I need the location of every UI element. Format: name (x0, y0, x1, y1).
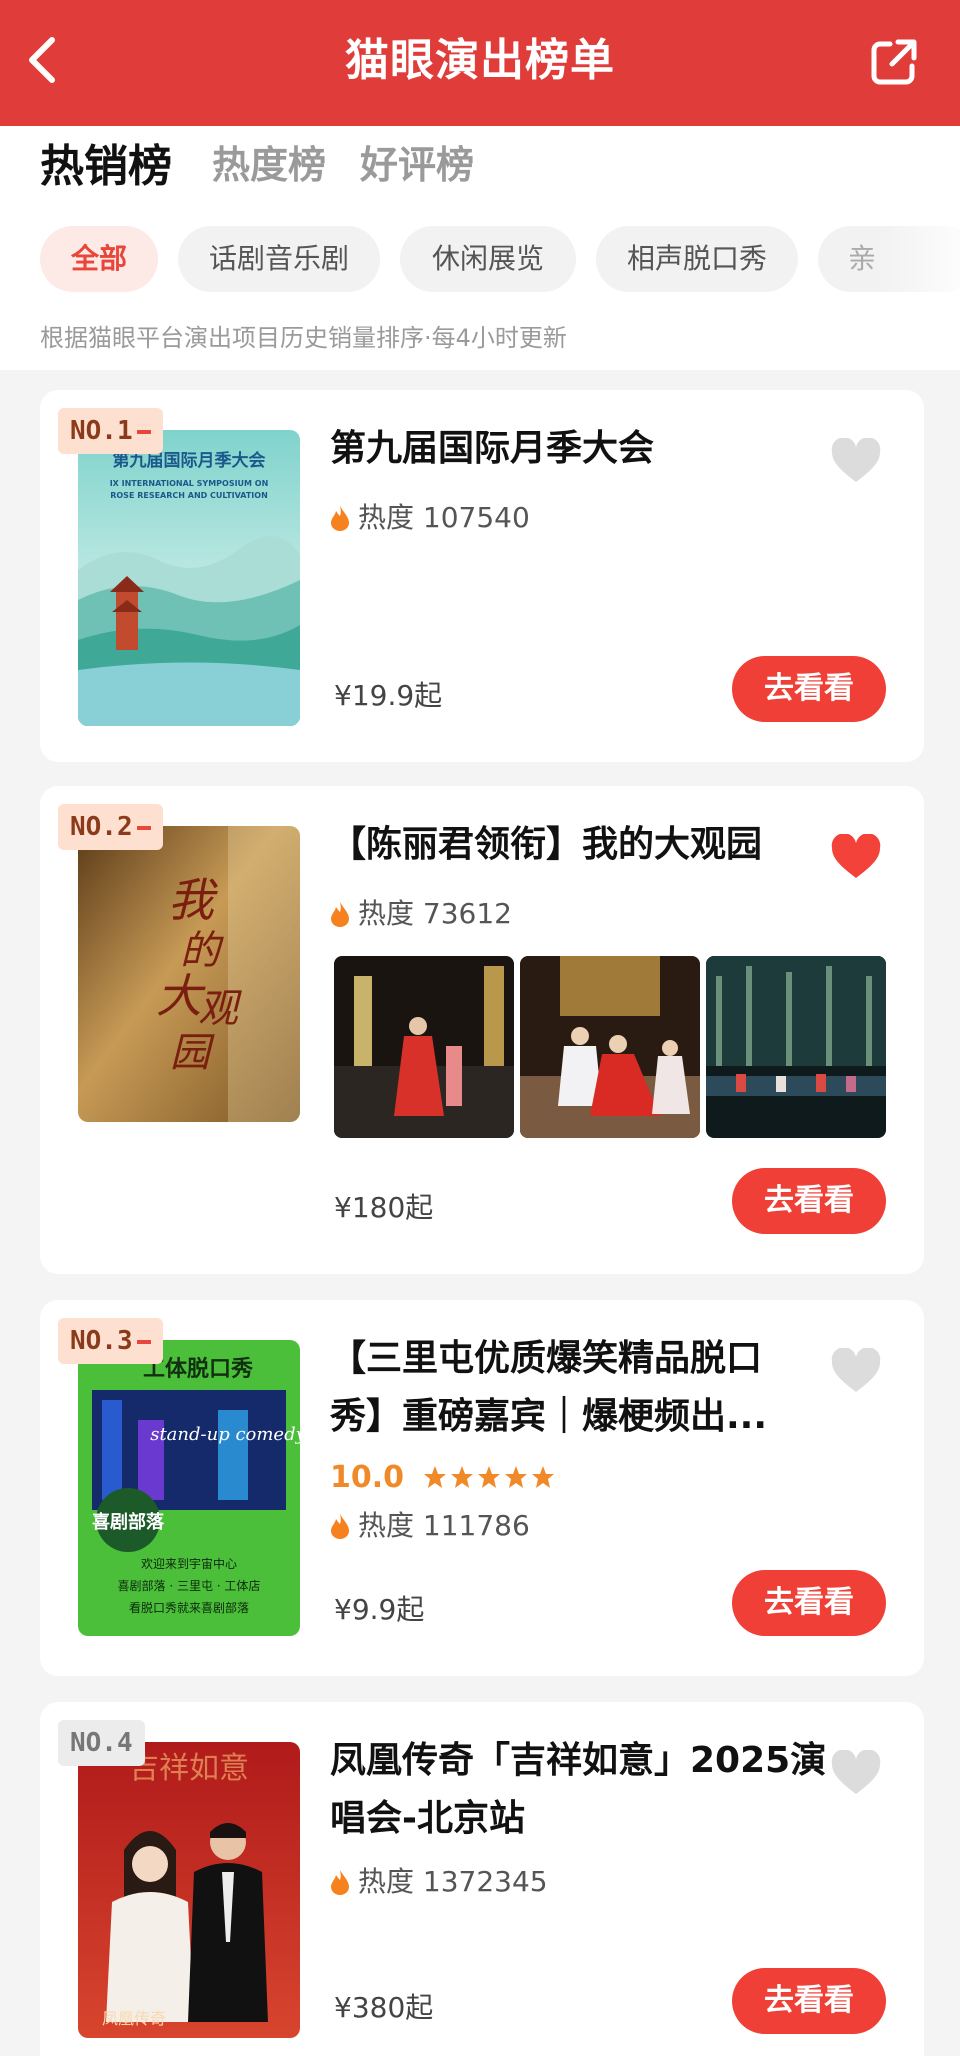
list-item[interactable]: 第九届国际月季大会 IX INTERNATIONAL SYMPOSIUM ON … (40, 390, 924, 762)
star-icon (424, 1466, 447, 1488)
poster-image: 吉祥如意 凤凰传奇 (78, 1742, 300, 2038)
category-chips: 全部 话剧音乐剧 休闲展览 相声脱口秀 亲 (40, 226, 960, 292)
item-title[interactable]: 【陈丽君领衔】我的大观园 (330, 816, 850, 874)
price: ¥180起 (334, 1191, 434, 1224)
poster-tag: stand-up comedy (150, 1424, 300, 1445)
svg-text:园: 园 (170, 1030, 215, 1076)
item-title[interactable]: 【三里屯优质爆笑精品脱口秀】重磅嘉宾｜爆梗频出... (330, 1330, 810, 1446)
poster-image: 我 的 大 观 园 (78, 826, 300, 1122)
heat-score: 热度 73612 (330, 892, 512, 932)
chip-family[interactable]: 亲 (818, 226, 960, 292)
chip-leisure-exhibition[interactable]: 休闲展览 (400, 226, 576, 292)
flame-icon (331, 1870, 349, 1895)
item-title[interactable]: 第九届国际月季大会 (330, 420, 830, 478)
stage-photos (334, 956, 886, 1138)
poster-image: 第九届国际月季大会 IX INTERNATIONAL SYMPOSIUM ON … (78, 430, 300, 726)
poster-title: 吉祥如意 (129, 1751, 249, 1786)
poster-footer: 凤凰传奇 (102, 2009, 166, 2028)
price: ¥380起 (334, 1991, 434, 2024)
ranking-note: 根据猫眼平台演出项目历史销量排序·每4小时更新 (40, 324, 567, 352)
price: ¥9.9起 (334, 1593, 425, 1626)
poster-image: 工体脱口秀 stand-up comedy 喜剧部落 欢迎来到宇宙中心 喜剧部落… (78, 1340, 300, 1636)
svg-text:的: 的 (180, 928, 224, 974)
tab-popularity[interactable]: 热度榜 (212, 134, 326, 189)
star-icon (451, 1466, 474, 1488)
view-button[interactable]: 去看看 (732, 1168, 886, 1234)
view-button[interactable]: 去看看 (732, 1968, 886, 2034)
flame-icon (331, 1514, 349, 1539)
stage-photo[interactable] (520, 956, 700, 1138)
rating: 10.0 (330, 1460, 555, 1495)
favorite-heart-icon[interactable] (830, 1750, 882, 1796)
chip-crosstalk-standup[interactable]: 相声脱口秀 (596, 226, 798, 292)
svg-text:ROSE RESEARCH AND CULTIVATION: ROSE RESEARCH AND CULTIVATION (110, 491, 268, 500)
chip-drama-musical[interactable]: 话剧音乐剧 (178, 226, 380, 292)
rank-badge: NO.4 (58, 1720, 145, 1766)
list-item[interactable]: 吉祥如意 凤凰传奇 NO.4 凤凰传奇「吉祥如意」2025演唱会-北京站 热度 … (40, 1702, 924, 2056)
rank-badge: NO.2 (58, 804, 163, 850)
rank-badge: NO.3 (58, 1318, 163, 1364)
view-button[interactable]: 去看看 (732, 1570, 886, 1636)
tab-best-rated[interactable]: 好评榜 (360, 134, 474, 189)
favorite-heart-icon[interactable] (830, 1348, 882, 1394)
star-icon (532, 1466, 555, 1488)
rating-score: 10.0 (330, 1460, 405, 1495)
stage-photo[interactable] (334, 956, 514, 1138)
list-item[interactable]: 工体脱口秀 stand-up comedy 喜剧部落 欢迎来到宇宙中心 喜剧部落… (40, 1300, 924, 1676)
svg-text:看脱口秀就来喜剧部落: 看脱口秀就来喜剧部落 (129, 1600, 249, 1615)
rating-stars (420, 1460, 555, 1495)
page-title: 猫眼演出榜单 (345, 35, 615, 86)
favorite-heart-icon[interactable] (830, 834, 882, 880)
poster-badge: 喜剧部落 (92, 1511, 165, 1533)
list-item[interactable]: 我 的 大 观 园 NO.2 【陈丽君领衔】我的大观园 热度 73612 ¥18… (40, 786, 924, 1274)
chip-all[interactable]: 全部 (40, 226, 158, 292)
app-header: 猫眼演出榜单 (0, 0, 960, 126)
price: ¥19.9起 (334, 679, 443, 712)
heat-score: 热度 107540 (330, 496, 530, 536)
item-title[interactable]: 凤凰传奇「吉祥如意」2025演唱会-北京站 (330, 1732, 830, 1848)
heat-score: 热度 111786 (330, 1504, 530, 1544)
star-icon (505, 1466, 528, 1488)
svg-text:我: 我 (168, 873, 218, 927)
heat-score: 热度 1372345 (330, 1860, 548, 1900)
svg-text:欢迎来到宇宙中心: 欢迎来到宇宙中心 (141, 1556, 237, 1571)
view-button[interactable]: 去看看 (732, 656, 886, 722)
stage-photo[interactable] (706, 956, 886, 1138)
star-icon (478, 1466, 501, 1488)
favorite-heart-icon[interactable] (830, 438, 882, 484)
svg-text:IX INTERNATIONAL SYMPOSIUM ON: IX INTERNATIONAL SYMPOSIUM ON (110, 479, 269, 488)
tab-hot-sales[interactable]: 热销榜 (40, 130, 172, 194)
svg-text:喜剧部落 · 三里屯 · 工体店: 喜剧部落 · 三里屯 · 工体店 (118, 1578, 261, 1593)
flame-icon (331, 902, 349, 927)
share-icon[interactable] (868, 36, 920, 88)
rank-badge: NO.1 (58, 408, 163, 454)
svg-text:观: 观 (198, 986, 242, 1032)
flame-icon (331, 506, 349, 531)
